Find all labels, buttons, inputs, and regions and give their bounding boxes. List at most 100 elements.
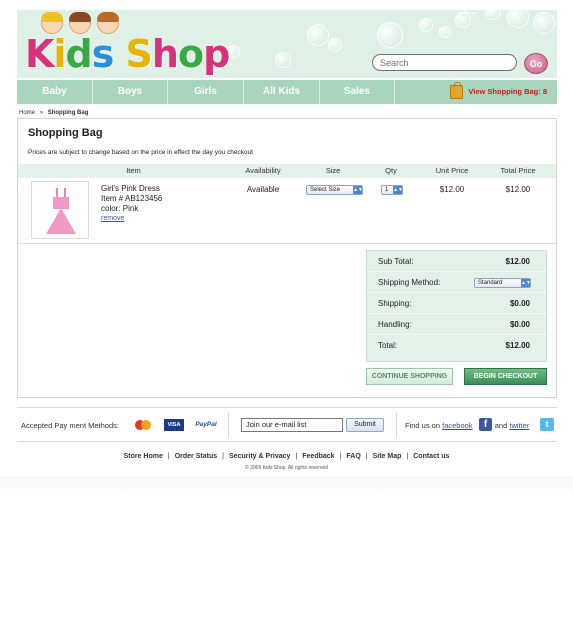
facebook-link[interactable]: facebook: [442, 421, 472, 430]
social-follow-text: Find us on facebook and twitter: [405, 421, 529, 430]
view-shopping-bag-link[interactable]: View Shopping Bag: 8: [468, 80, 547, 104]
copyright-text: © 2009 Kids Shop. All rights reserved: [245, 465, 328, 471]
bubble-decoration: [533, 12, 555, 34]
footer-links: Store Home | Order Status | Security & Priva…: [0, 453, 573, 460]
logo-letter: i: [53, 32, 66, 76]
logo-letter: o: [177, 32, 204, 76]
pink-dress-image: [46, 188, 76, 234]
shopping-bag-panel: Shopping Bag Prices are subject to chang…: [17, 118, 557, 398]
nav-item-baby[interactable]: Baby: [17, 80, 93, 104]
nav-item-boys[interactable]: Boys: [93, 80, 168, 104]
shipping-method-row: Shipping Method: Standard ▲▼: [367, 272, 546, 293]
nav-item-sales[interactable]: Sales: [320, 80, 395, 104]
product-thumbnail[interactable]: [31, 181, 89, 239]
search-go-button[interactable]: Go: [524, 53, 548, 74]
total-value: $12.00: [505, 341, 530, 350]
column-header-unit-price: Unit Price: [435, 166, 469, 175]
nav-item-girls[interactable]: Girls: [168, 80, 244, 104]
footer-link-order-status[interactable]: Order Status: [175, 453, 217, 460]
footer-link-separator: |: [339, 453, 342, 460]
shopping-bag-icon[interactable]: [450, 82, 463, 99]
bubble-decoration: [377, 22, 403, 48]
logo-letter: S: [125, 32, 153, 76]
continue-shopping-button[interactable]: CONTINUE SHOPPING: [366, 368, 453, 385]
shipping-value: $0.00: [509, 299, 530, 308]
qty-select[interactable]: 1 ▲▼: [381, 185, 403, 195]
price-notice: Prices are subject to change based on th…: [28, 149, 253, 156]
footer-link-site-map[interactable]: Site Map: [373, 453, 402, 460]
footer-link-feedback[interactable]: Feedback: [302, 453, 334, 460]
item-unit-price: $12.00: [439, 185, 465, 194]
footer-fade: [0, 476, 573, 496]
bubble-decoration: [307, 24, 329, 46]
bubble-decoration: [275, 52, 291, 68]
breadcrumb-separator: »: [39, 110, 44, 116]
handling-label: Handling:: [378, 320, 412, 329]
logo-letter: p: [203, 32, 230, 76]
remove-item-link[interactable]: remove: [101, 214, 162, 224]
footer-divider: [228, 412, 229, 438]
twitter-icon[interactable]: t: [540, 418, 554, 431]
footer-link-store-home[interactable]: Store Home: [124, 453, 163, 460]
column-header-total-price: Total Price: [500, 166, 536, 175]
paypal-icon: PayPal: [195, 421, 217, 428]
total-label: Total:: [378, 341, 398, 350]
kids-shop-logo[interactable]: Kids Shop: [25, 32, 230, 76]
subtotal-row: Sub Total: $12.00: [367, 251, 546, 272]
column-header-item: Item: [126, 166, 141, 175]
column-header-size: Size: [325, 166, 341, 175]
breadcrumb-home-link[interactable]: Home: [19, 110, 35, 116]
mastercard-icon: [131, 419, 155, 431]
order-summary: Sub Total: $12.00 Shipping Method: Stand…: [366, 250, 547, 362]
bubble-decoration: [439, 26, 451, 38]
bubble-decoration: [507, 10, 529, 28]
subtotal-label: Sub Total:: [378, 257, 414, 266]
size-select-value: Select Size: [310, 187, 341, 193]
footer-link-separator: |: [222, 453, 224, 460]
search-input[interactable]: [380, 55, 510, 70]
begin-checkout-button[interactable]: BEGIN CHECKOUT: [464, 368, 547, 385]
payment-methods-label: Accepted Pay ment Methods:: [21, 421, 119, 430]
main-nav: Baby Boys Girls All Kids Sales View Shop…: [17, 80, 557, 104]
size-select[interactable]: Select Size ▲▼: [306, 185, 363, 195]
follow-and: and: [494, 421, 508, 430]
footer-link-contact-us[interactable]: Contact us: [413, 453, 449, 460]
twitter-link[interactable]: twitter: [509, 421, 529, 430]
item-name[interactable]: Girl's Pink Dress: [101, 184, 162, 194]
page-title: Shopping Bag: [28, 127, 103, 139]
cart-row: Girl's Pink Dress Item # AB123456 color:…: [18, 178, 556, 244]
logo-letter: h: [151, 32, 179, 76]
handling-value: $0.00: [509, 320, 530, 329]
facebook-icon[interactable]: f: [479, 418, 492, 431]
shipping-method-label: Shipping Method:: [378, 278, 441, 287]
logo-letter: d: [65, 32, 92, 76]
column-header-qty: Qty: [385, 166, 397, 175]
footer-divider: [396, 412, 397, 438]
cart-table-header: Item Availability Size Qty Unit Price To…: [18, 164, 556, 178]
total-row: Total: $12.00: [367, 335, 546, 356]
breadcrumb: Home » Shopping Bag: [19, 110, 88, 116]
logo-letter: s: [91, 32, 115, 76]
site-header: Kids Shop Go: [17, 10, 557, 78]
footer-link-separator: |: [406, 453, 409, 460]
subtotal-value: $12.00: [505, 257, 530, 266]
search-box: [372, 54, 517, 71]
bubble-decoration: [455, 12, 471, 28]
bubble-decoration: [485, 10, 501, 20]
bubble-decoration: [419, 18, 433, 32]
item-total-price: $12.00: [505, 185, 531, 194]
follow-prefix: Find us on: [405, 421, 441, 430]
qty-select-value: 1: [385, 187, 389, 193]
footer-link-security-privacy[interactable]: Security & Privacy: [229, 453, 290, 460]
dropdown-arrow-icon: ▲▼: [521, 279, 531, 287]
shipping-method-select[interactable]: Standard ▲▼: [474, 278, 531, 288]
footer-link-faq[interactable]: FAQ: [346, 453, 360, 460]
column-header-availability: Availability: [245, 166, 281, 175]
footer-link-separator: |: [167, 453, 170, 460]
email-signup-input[interactable]: Join our e-mail list: [241, 418, 343, 432]
email-submit-button[interactable]: Submit: [346, 418, 384, 432]
nav-item-all-kids[interactable]: All Kids: [244, 80, 320, 104]
shipping-method-value: Standard: [478, 280, 503, 286]
item-color: color: Pink: [101, 204, 139, 213]
footer-bar: Accepted Pay ment Methods: VISA PayPal J…: [17, 407, 557, 442]
